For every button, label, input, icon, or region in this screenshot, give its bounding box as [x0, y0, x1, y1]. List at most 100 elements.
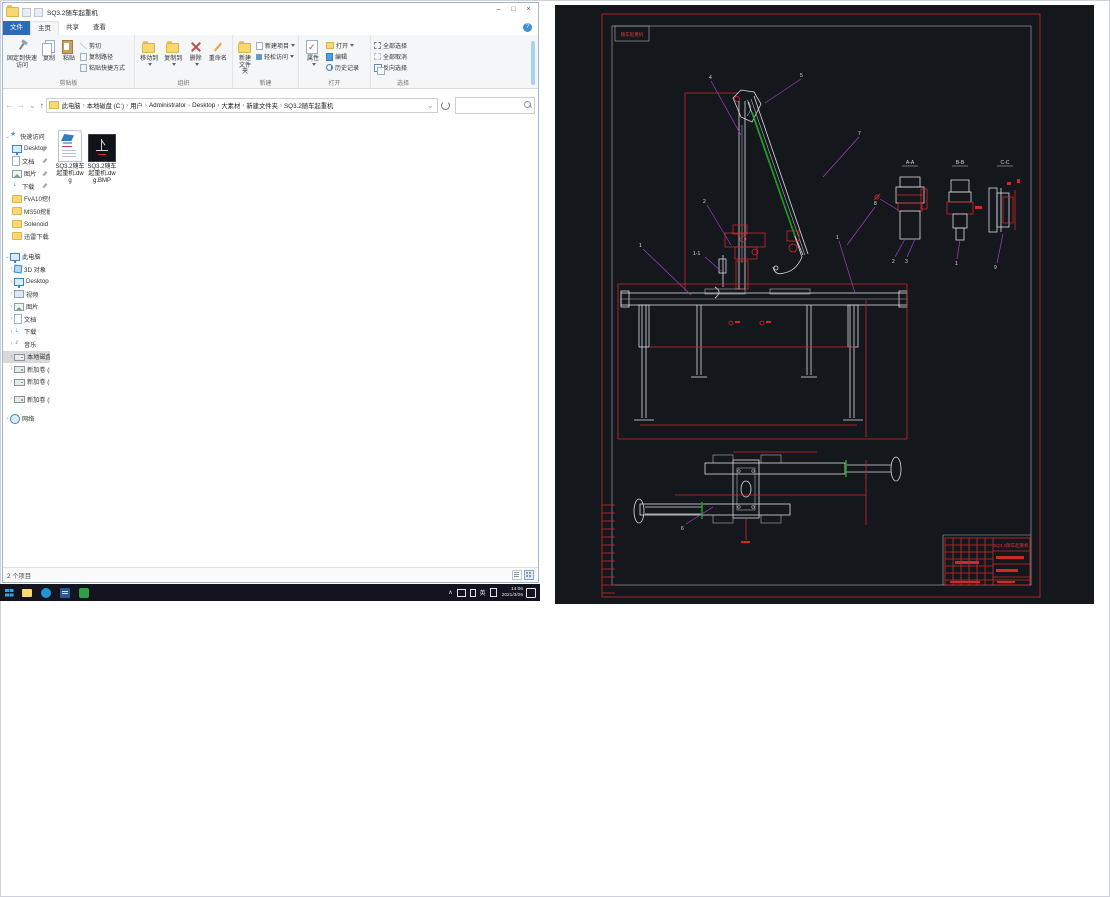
file-item-bmp[interactable]: SQ3.2随车起重机.dwg.BMP: [87, 130, 117, 185]
crumb-new-folder[interactable]: 新建文件夹: [245, 101, 278, 110]
sidebar-item-downloads[interactable]: › 下载: [3, 326, 50, 339]
dropdown-chevron-icon: [172, 62, 177, 66]
copy-button[interactable]: 复制: [40, 37, 58, 79]
sidebar-item-3d-objects[interactable]: › 3D 对象: [3, 263, 50, 276]
move-to-button[interactable]: 移动到: [138, 37, 160, 79]
sidebar-item-local-disk-c[interactable]: › 本地磁盘 (C:): [3, 350, 50, 363]
sidebar-item-documents-pinned[interactable]: 文档: [3, 155, 50, 168]
easy-access-icon: [255, 53, 262, 60]
select-none-button[interactable]: 全部取消: [374, 51, 407, 62]
address-dropdown-icon[interactable]: ⌄: [427, 101, 434, 110]
breadcrumb[interactable]: 此电脑 › 本地磁盘 (C:) › 用户 › Administrator › D…: [45, 97, 438, 113]
balloon: 5: [800, 73, 803, 79]
details-view-icon[interactable]: [512, 570, 522, 580]
ribbon-group-organize: 移动到 复制到 删除 重命名 组织: [135, 35, 233, 88]
maximize-button[interactable]: □: [506, 3, 521, 17]
sidebar-item-network[interactable]: › 网络: [3, 413, 50, 426]
taskbar-cad-viewer-icon[interactable]: [79, 587, 89, 598]
quick-access-toolbar-icon[interactable]: [22, 7, 31, 17]
crumb-current-folder[interactable]: SQ3.2随车起重机: [283, 101, 334, 110]
sidebar-item-videos[interactable]: › 视频: [3, 288, 50, 301]
music-icon: [14, 339, 22, 348]
minimize-button[interactable]: –: [491, 3, 506, 17]
sidebar-item-quick-access[interactable]: ⌄ 快速访问: [3, 130, 50, 143]
crumb-material[interactable]: 大素材: [220, 101, 241, 110]
stamp-text: 随车起重机: [621, 31, 644, 38]
tray-display-icon[interactable]: [456, 588, 466, 597]
help-icon[interactable]: ?: [523, 23, 532, 32]
ribbon-group-new: 新建文件夹 新建项目 轻松访问 新建: [233, 35, 299, 88]
ime-indicator[interactable]: 英: [480, 588, 486, 597]
select-all-icon: [374, 42, 381, 49]
sidebar-item-folder-fva10[interactable]: FvA10挖掘机式装载机: [3, 193, 50, 206]
balloon: 2: [892, 259, 895, 265]
edit-button[interactable]: 编辑: [326, 51, 359, 62]
crumb-administrator[interactable]: Administrator: [148, 102, 187, 109]
copy-to-button[interactable]: 复制到: [162, 37, 184, 79]
back-button[interactable]: ←: [5, 101, 13, 110]
tray-chevron-icon[interactable]: ∧: [448, 589, 452, 596]
dropdown-history-icon[interactable]: ⌄: [29, 101, 36, 110]
select-all-button[interactable]: 全部选择: [374, 40, 407, 51]
taskbar-clock[interactable]: 14:06 2021/3/26: [502, 587, 523, 598]
pictures-icon: [14, 302, 24, 311]
crumb-this-pc[interactable]: 此电脑: [61, 101, 82, 110]
search-input[interactable]: [455, 97, 534, 113]
crumb-desktop[interactable]: Desktop: [191, 102, 216, 109]
quick-access-toolbar-icon2[interactable]: [34, 7, 43, 17]
sidebar-item-music[interactable]: › 音乐: [3, 338, 50, 351]
easy-access-button[interactable]: 轻松访问: [255, 51, 295, 62]
sidebar-item-folder-download[interactable]: 迅雷下载: [3, 230, 50, 243]
file-item-dwg[interactable]: SQ3.2随车起重机.dwg: [55, 130, 85, 185]
sidebar-item-volume-f[interactable]: › 新加卷 (F:): [3, 393, 50, 406]
balloon: 1: [836, 235, 839, 241]
paste-button[interactable]: 粘贴: [60, 37, 78, 79]
tray-book-icon[interactable]: [489, 588, 497, 597]
large-icons-view-icon[interactable]: [524, 570, 534, 580]
sidebar-item-desktop-pinned[interactable]: Desktop: [3, 143, 50, 156]
downloads-icon: [12, 181, 20, 190]
rename-button[interactable]: 重命名: [207, 37, 229, 79]
forward-button[interactable]: →: [17, 101, 25, 110]
move-to-icon: [142, 40, 156, 54]
start-button[interactable]: [5, 588, 13, 597]
sidebar-item-pictures[interactable]: › 图片: [3, 301, 50, 314]
sidebar-item-this-pc[interactable]: ⌄ 此电脑: [3, 251, 50, 264]
new-item-button[interactable]: 新建项目: [255, 40, 295, 51]
sidebar-item-folder-solenoid[interactable]: Solenoid Valve阀: [3, 218, 50, 231]
copy-path-button[interactable]: 复制路径: [80, 51, 125, 62]
pin-icon: [15, 40, 29, 54]
sidebar-item-volume-e[interactable]: › 新加卷 (E:): [3, 376, 50, 389]
up-button[interactable]: ↑: [40, 101, 44, 110]
breadcrumb-folder-icon: [48, 101, 59, 109]
sidebar-item-documents[interactable]: › 文档: [3, 313, 50, 326]
refresh-icon[interactable]: [440, 100, 450, 110]
tab-home[interactable]: 主页: [30, 21, 59, 36]
history-button[interactable]: 历史记录: [326, 62, 359, 73]
sidebar-item-pictures-pinned[interactable]: 图片: [3, 168, 50, 181]
taskbar-document-app-icon[interactable]: [60, 587, 70, 598]
taskbar-explorer-icon[interactable]: [22, 589, 32, 597]
ribbon-scrollbar[interactable]: [531, 41, 535, 85]
tab-view[interactable]: 查看: [86, 21, 113, 35]
new-folder-button[interactable]: 新建文件夹: [236, 37, 254, 79]
cut-button[interactable]: 剪切: [80, 40, 125, 51]
properties-button[interactable]: 属性: [302, 37, 324, 79]
notification-center-icon[interactable]: [526, 587, 536, 598]
taskbar-browser-icon[interactable]: [41, 587, 51, 598]
paste-shortcut-button[interactable]: 粘贴快捷方式: [80, 62, 125, 73]
crumb-users[interactable]: 用户: [129, 101, 144, 110]
sidebar-item-downloads-pinned[interactable]: 下载: [3, 180, 50, 193]
invert-selection-button[interactable]: 反向选择: [374, 62, 407, 75]
crumb-local-disk[interactable]: 本地磁盘 (C:): [86, 101, 125, 110]
tray-volume-icon[interactable]: [469, 588, 476, 597]
sidebar-item-folder-ms50[interactable]: MS50挖掘式装载机: [3, 205, 50, 218]
pin-to-quick-access-button[interactable]: 固定到快速访问: [6, 37, 38, 79]
tab-share[interactable]: 共享: [59, 21, 86, 35]
close-button[interactable]: ×: [521, 3, 536, 17]
open-button[interactable]: 打开: [326, 40, 359, 51]
sidebar-item-desktop[interactable]: › Desktop: [3, 276, 50, 289]
delete-button[interactable]: 删除: [186, 37, 204, 79]
sidebar-item-volume-d[interactable]: › 新加卷 (D:): [3, 363, 50, 376]
tab-file[interactable]: 文件: [3, 21, 30, 35]
